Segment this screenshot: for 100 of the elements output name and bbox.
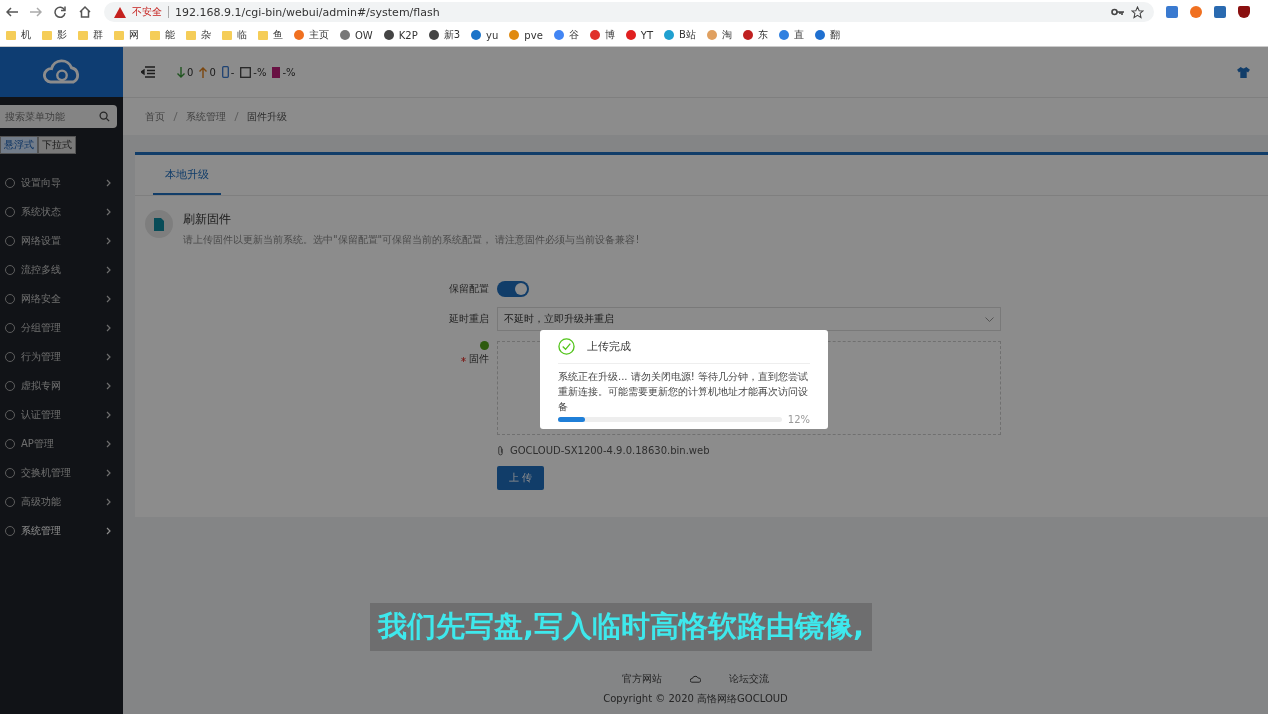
bookmark[interactable]: 直 [778, 28, 804, 42]
bookmark[interactable]: K2P [383, 29, 418, 41]
chevron-icon [106, 294, 111, 303]
check-icon [480, 341, 489, 350]
sidebar-item[interactable]: 分组管理 [0, 313, 123, 342]
bookmark[interactable]: 东 [742, 28, 768, 42]
back-icon[interactable] [6, 7, 18, 17]
chevron-icon [106, 178, 111, 187]
key-icon[interactable] [1111, 8, 1125, 16]
dialog-message: 系统正在升级... 请勿关闭电源! 等待几分钟，直到您尝试重新连接。可能需要更新您的计算机地址才能再次访问设备 [558, 370, 809, 414]
sidebar-item[interactable]: 系统状态 [0, 197, 123, 226]
bookmark[interactable]: YT [625, 29, 653, 41]
home-icon[interactable] [78, 5, 92, 19]
chevron-icon [106, 410, 111, 419]
chevron-icon [106, 381, 111, 390]
copyright-text: Copyright © 2020 高恪网络GOCLOUD [603, 692, 788, 706]
bookmark[interactable]: 杂 [186, 28, 211, 42]
bookmark[interactable]: 鱼 [258, 28, 283, 42]
bookmark[interactable]: B站 [664, 28, 696, 42]
field-label: 延时重启 [448, 312, 489, 326]
chevron-icon [106, 236, 111, 245]
caret-icon [985, 316, 994, 322]
chevron-icon [106, 526, 111, 535]
url-text: 192.168.9.1/cgi-bin/webui/admin#/system/flash [175, 5, 440, 19]
reload-icon[interactable] [54, 6, 66, 18]
sidebar-item[interactable]: 流控多线 [0, 255, 123, 284]
dialog-title: 上传完成 [587, 339, 631, 354]
sidebar-item[interactable]: 系统管理 [0, 516, 123, 545]
sidebar-item[interactable]: 高级功能 [0, 487, 123, 516]
bookmark[interactable]: 能 [150, 28, 175, 42]
chevron-icon [106, 352, 111, 361]
sidebar-item[interactable]: 交换机管理 [0, 458, 123, 487]
bookmark[interactable]: 网 [114, 28, 139, 42]
status-reading: -% [240, 66, 267, 78]
bookmark[interactable]: pve [509, 29, 543, 41]
paperclip-icon [497, 445, 504, 456]
bookmark[interactable]: 群 [78, 28, 103, 42]
sidebar-item[interactable]: 网络设置 [0, 226, 123, 255]
search-icon[interactable] [99, 111, 110, 122]
extension-icon[interactable] [1190, 6, 1202, 18]
bookmark[interactable]: 新3 [428, 28, 461, 42]
extension-icon[interactable] [1166, 6, 1178, 18]
sidebar-item[interactable]: 虚拟专网 [0, 371, 123, 400]
footer-link[interactable]: 论坛交流 [729, 672, 769, 686]
folder-icon [186, 30, 196, 40]
folder-icon [222, 30, 232, 40]
bookmark[interactable]: yu [471, 29, 499, 41]
progress-reading: 12% [787, 414, 810, 425]
bookmark[interactable]: 主页 [294, 28, 329, 42]
folder-icon [114, 30, 124, 40]
bookmark[interactable]: 机 [6, 28, 31, 42]
chevron-icon [106, 468, 111, 477]
star-icon[interactable] [1131, 5, 1144, 19]
upload-button[interactable]: 上 传 [497, 466, 545, 490]
bookmark[interactable]: OW [340, 29, 373, 41]
status-reading: 0 [177, 66, 194, 78]
extension-icon[interactable] [1214, 6, 1226, 18]
menu-icon[interactable] [141, 66, 155, 78]
bookmark[interactable]: 博 [589, 28, 615, 42]
bookmark[interactable]: 临 [222, 28, 247, 42]
bookmark[interactable]: 影 [42, 28, 67, 42]
folder-icon [150, 30, 160, 40]
shield-icon[interactable] [1238, 6, 1250, 18]
up-arrow-icon [199, 66, 208, 78]
battery-icon [272, 66, 281, 78]
shirt-icon[interactable] [1237, 66, 1250, 78]
bookmark[interactable]: 谷 [553, 28, 579, 42]
chevron-icon [106, 323, 111, 332]
security-label: 不安全 [132, 5, 162, 19]
phone-icon [221, 66, 229, 78]
sidebar-item[interactable]: 认证管理 [0, 400, 123, 429]
keep-config-toggle[interactable] [497, 281, 529, 297]
bookmark[interactable]: 翻 [814, 28, 840, 42]
sidebar-item[interactable]: 行为管理 [0, 342, 123, 371]
folder-icon [42, 30, 52, 40]
chevron-icon [106, 497, 111, 506]
folder-icon [78, 30, 88, 40]
menu-mode-tab[interactable]: 下拉式 [38, 136, 76, 154]
field-label: 固件 [469, 352, 489, 366]
folder-icon [258, 30, 268, 40]
status-reading: -% [272, 66, 296, 78]
status-reading: 0 [199, 66, 216, 78]
file-name: GOCLOUD-SX1200-4.9.0.18630.bin.web [510, 445, 710, 456]
chevron-icon [106, 439, 111, 448]
sidebar-item[interactable]: 网络安全 [0, 284, 123, 313]
field-label: 保留配置 [448, 282, 489, 296]
down-arrow-icon [177, 66, 185, 78]
status-reading: - [221, 66, 235, 78]
video-subtitle: 我们先写盘,写入临时高恪软路由镜像, [370, 603, 873, 651]
folder-icon [6, 30, 16, 40]
sidebar-item[interactable]: AP管理 [0, 429, 123, 458]
address-bar[interactable]: 不安全 192.168.9.1/cgi-bin/webui/admin#/system/flash [104, 2, 1154, 22]
bookmark[interactable]: 淘 [706, 28, 732, 42]
chevron-icon [106, 207, 111, 216]
square-icon [240, 66, 252, 78]
sidebar-item[interactable]: 设置向导 [0, 168, 123, 197]
chevron-icon [106, 265, 111, 274]
success-check-icon [558, 338, 575, 355]
footer-link[interactable]: 官方网站 [622, 672, 662, 686]
cloud-icon [690, 675, 701, 683]
